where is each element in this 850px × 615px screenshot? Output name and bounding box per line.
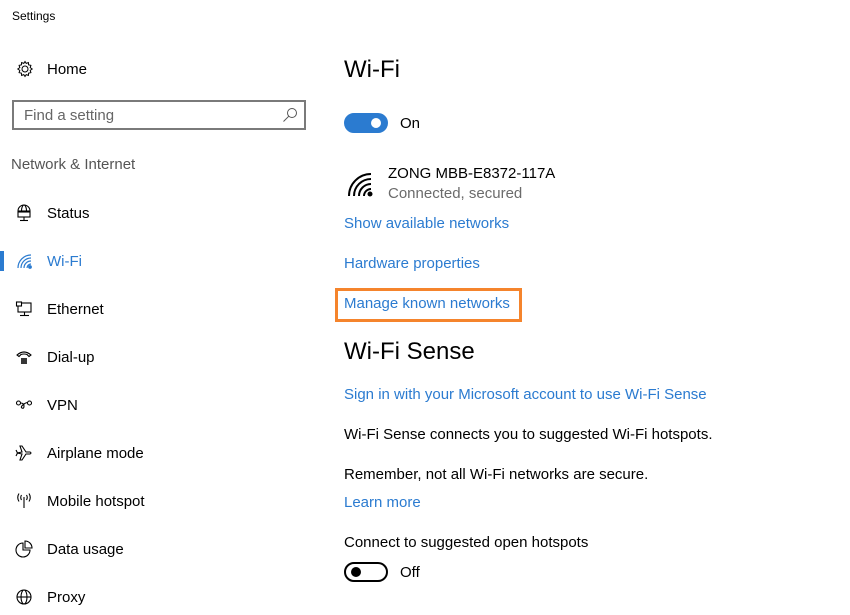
vpn-icon [14, 395, 34, 415]
sidebar-item-mobile-hotspot[interactable]: Mobile hotspot [0, 483, 320, 519]
sidebar-item-airplane-mode[interactable]: Airplane mode [0, 435, 320, 471]
active-indicator [0, 299, 4, 319]
sidebar-item-label: Data usage [47, 540, 124, 558]
section-label: Network & Internet [11, 156, 136, 173]
wifi-signal-icon [346, 170, 376, 198]
network-status: Connected, secured [388, 185, 523, 202]
hardware-properties-link[interactable]: Hardware properties [344, 255, 480, 272]
manage-known-networks-link[interactable]: Manage known networks [344, 295, 510, 312]
hotspots-toggle-state: Off [400, 564, 420, 581]
wifi-toggle-state: On [400, 115, 421, 132]
wifi-sense-description: Wi-Fi Sense connects you to suggested Wi… [344, 426, 713, 443]
active-indicator [0, 491, 4, 511]
active-indicator [0, 251, 4, 271]
toggle-knob [351, 567, 361, 577]
active-indicator [0, 443, 4, 463]
hotspot-icon [14, 491, 34, 511]
wifi-icon [14, 251, 34, 271]
page-title: Wi-Fi [344, 56, 400, 83]
wifi-sense-heading: Wi-Fi Sense [344, 338, 475, 365]
window-title: Settings [12, 9, 56, 23]
sidebar-item-label: Status [47, 204, 90, 222]
home-label: Home [47, 60, 88, 78]
search-input[interactable] [14, 102, 284, 128]
phone-icon [14, 347, 34, 367]
hotspots-toggle[interactable] [344, 562, 388, 582]
sidebar-item-label: Mobile hotspot [47, 492, 145, 510]
network-name: ZONG MBB-E8372-117A [388, 165, 556, 182]
globe-monitor-icon [14, 203, 34, 223]
sidebar-item-wifi[interactable]: Wi-Fi [0, 243, 320, 279]
gear-icon [15, 59, 35, 79]
sign-in-link[interactable]: Sign in with your Microsoft account to u… [344, 386, 707, 403]
sidebar-item-label: Ethernet [47, 300, 104, 318]
show-available-networks-link[interactable]: Show available networks [344, 215, 509, 232]
pie-chart-icon [14, 539, 34, 559]
search-icon[interactable] [282, 107, 298, 123]
sidebar-item-label: VPN [47, 396, 78, 414]
sidebar-item-label: Airplane mode [47, 444, 144, 462]
active-indicator [0, 203, 4, 223]
sidebar-item-dial-up[interactable]: Dial-up [0, 339, 320, 375]
sidebar-item-ethernet[interactable]: Ethernet [0, 291, 320, 327]
active-indicator [0, 539, 4, 559]
learn-more-link[interactable]: Learn more [344, 494, 421, 511]
sidebar-item-vpn[interactable]: VPN [0, 387, 320, 423]
airplane-icon [14, 443, 34, 463]
sidebar-item-label: Dial-up [47, 348, 95, 366]
toggle-knob [371, 118, 381, 128]
search-box[interactable] [12, 100, 306, 130]
globe-icon [14, 587, 34, 607]
sidebar-item-data-usage[interactable]: Data usage [0, 531, 320, 567]
hotspots-label: Connect to suggested open hotspots [344, 534, 589, 551]
wifi-sense-warning: Remember, not all Wi-Fi networks are sec… [344, 466, 649, 483]
ethernet-icon [14, 299, 34, 319]
active-indicator [0, 347, 4, 367]
sidebar-home[interactable]: Home [15, 58, 87, 80]
active-indicator [0, 587, 4, 607]
sidebar-item-label: Wi-Fi [47, 252, 82, 270]
active-indicator [0, 395, 4, 415]
sidebar-item-status[interactable]: Status [0, 195, 320, 231]
sidebar-item-label: Proxy [47, 588, 86, 606]
sidebar-item-proxy[interactable]: Proxy [0, 579, 320, 615]
wifi-toggle[interactable] [344, 113, 388, 133]
